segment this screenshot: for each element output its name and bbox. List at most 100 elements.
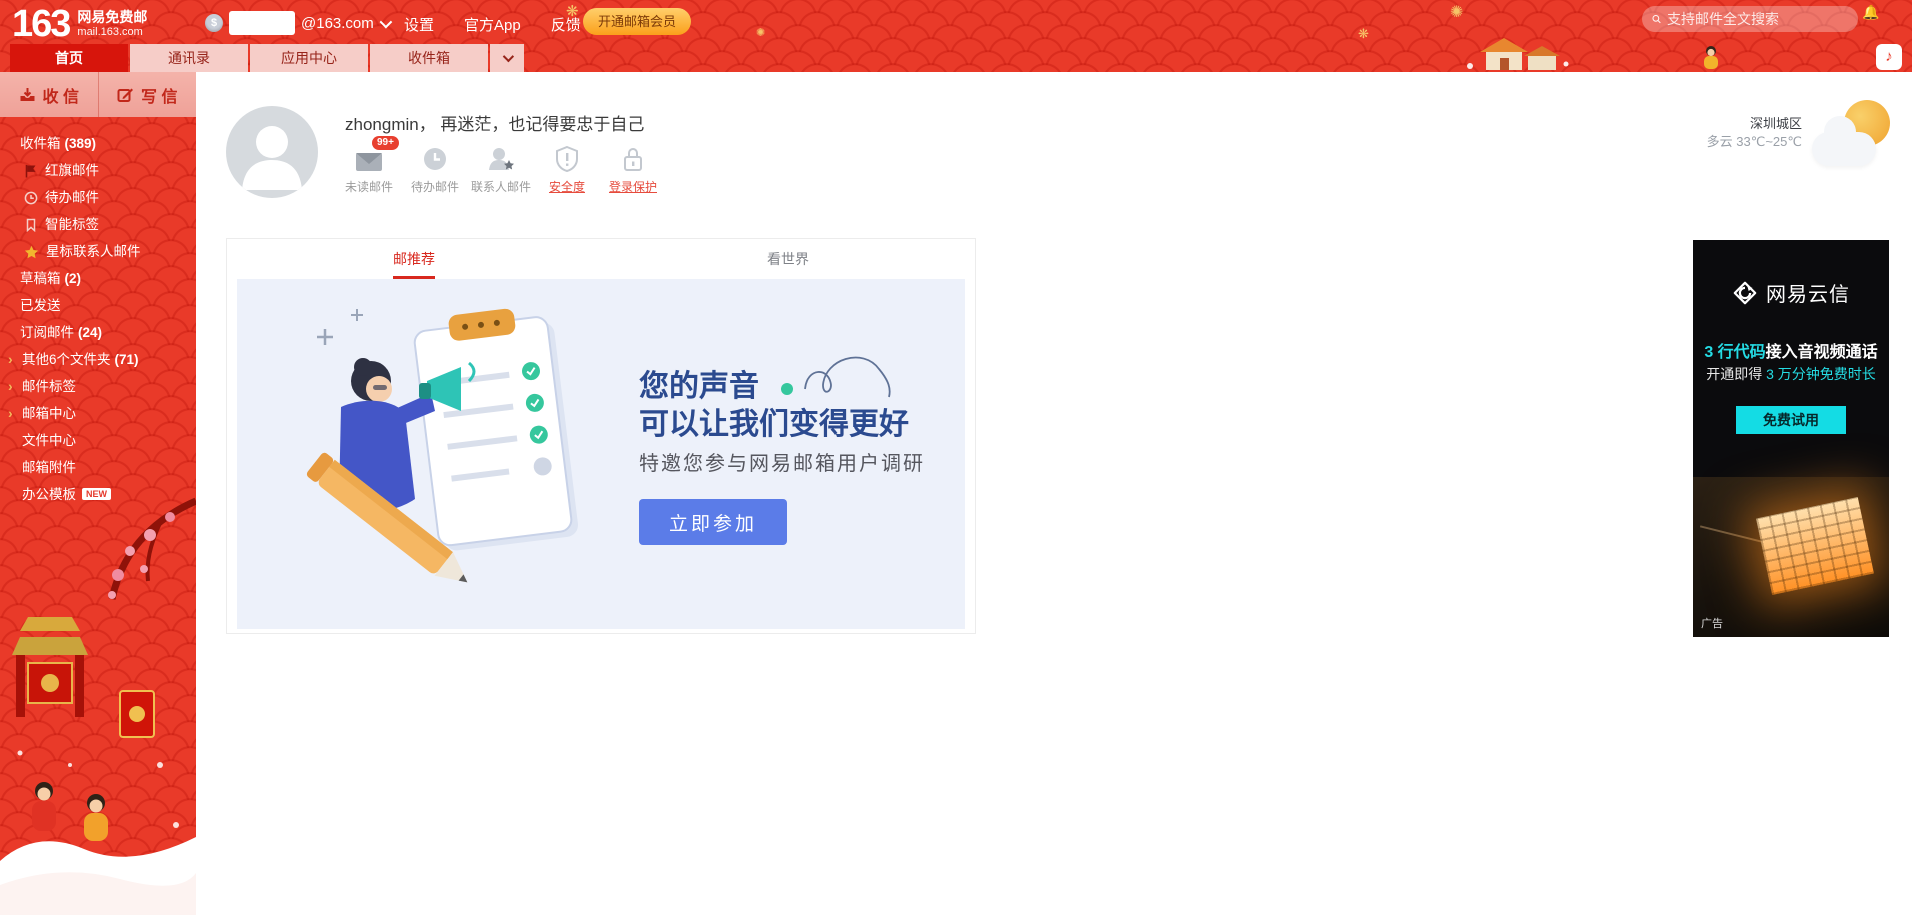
yunxin-logo-icon <box>1733 281 1757 304</box>
weather-widget: 深圳城区 多云 33℃~25℃ <box>1707 100 1896 166</box>
bookmark-icon <box>26 218 36 232</box>
nav-settings-link[interactable]: 设置 <box>404 14 434 35</box>
logo-163-text: 163 <box>12 3 71 45</box>
survey-banner[interactable]: 您的声音 可以让我们变得更好 特邀您参与网易邮箱用户调研 立即参加 <box>237 279 965 629</box>
sidebar-item-other-folders[interactable]: › 其他6个文件夹 (71) <box>0 346 196 373</box>
sidebar-item-mail-center[interactable]: › 邮箱中心 <box>0 400 196 427</box>
nav-official-app-link[interactable]: 官方App <box>464 14 521 35</box>
sidebar-item-sent[interactable]: 已发送 <box>0 292 196 319</box>
sidebar-item-drafts[interactable]: 草稿箱 (2) <box>0 265 196 292</box>
firework-icon: ✺ <box>1450 4 1464 21</box>
chevron-down-icon <box>379 15 393 28</box>
survey-subtitle: 特邀您参与网易邮箱用户调研 <box>639 453 925 475</box>
tab-inbox[interactable]: 收件箱 <box>370 44 488 72</box>
new-badge: NEW <box>82 488 111 500</box>
sidebar-item-file-center[interactable]: 文件中心 <box>0 427 196 454</box>
shortcut-todo-mail[interactable]: 待办邮件 <box>402 142 468 195</box>
unread-count-badge: 99+ <box>372 136 399 150</box>
yunxin-brand-text: 网易云信 <box>1766 284 1850 306</box>
greeting-text: zhongmin， 再迷茫，也记得要忠于自己 <box>345 115 645 134</box>
survey-illustration <box>306 308 579 583</box>
chevron-right-icon: › <box>8 405 13 421</box>
account-email-suffix: @163.com <box>301 14 374 32</box>
flag-icon <box>25 164 36 177</box>
lock-icon <box>624 148 642 171</box>
festive-kid-illustration <box>1704 46 1718 69</box>
mail-search-box[interactable] <box>1642 6 1858 32</box>
yunxin-logo: 网易云信 <box>1693 278 1889 307</box>
compose-mail-icon <box>117 88 134 102</box>
music-note-icon: ♪ <box>1885 48 1893 65</box>
sidebar-item-todo-mail[interactable]: 待办邮件 <box>0 184 196 211</box>
voice-doodle-icon <box>781 356 891 398</box>
contact-star-icon <box>489 148 514 170</box>
receive-mail-button[interactable]: 收 信 <box>0 72 99 117</box>
shortcut-unread-mail[interactable]: 99+ 未读邮件 <box>336 136 402 195</box>
card-tab-strip: 邮推荐 看世界 <box>227 239 975 279</box>
sidebar-item-red-flag-mail[interactable]: 红旗邮件 <box>0 157 196 184</box>
sidebar-festive-illustration <box>0 497 196 915</box>
avatar-person-icon <box>242 126 302 190</box>
firework-icon: ✺ <box>756 27 766 39</box>
topbar: 163 网易免费邮 mail.163.com $ @163.com 设置 官方A… <box>0 0 1912 72</box>
netease-163-logo[interactable]: 163 网易免费邮 mail.163.com <box>12 4 147 44</box>
ad-subline: 开通即得 3 万分钟免费时长 <box>1706 366 1876 382</box>
coin-icon: $ <box>205 14 223 32</box>
tab-home[interactable]: 首页 <box>10 44 128 72</box>
folder-list: 收件箱 (389) 红旗邮件 待办邮件 智能标签 星标联系人邮件 草稿箱 (2)… <box>0 117 196 508</box>
sidebar-item-mail-tags[interactable]: › 邮件标签 <box>0 373 196 400</box>
shield-exclamation-icon <box>556 146 578 172</box>
receive-mail-icon <box>20 87 35 101</box>
open-vip-button[interactable]: 开通邮箱会员 <box>583 8 692 35</box>
card-tab-mail-recommend[interactable]: 邮推荐 <box>227 239 601 279</box>
search-icon <box>1652 14 1661 24</box>
sidebar-item-starred-contacts-mail[interactable]: 星标联系人邮件 <box>0 238 196 265</box>
shortcut-login-protection[interactable]: 登录保护 <box>600 142 666 195</box>
main-content: zhongmin， 再迷茫，也记得要忠于自己 99+ 未读邮件 待办邮件 联系人… <box>196 72 1912 915</box>
recommendation-card: 邮推荐 看世界 您的声音 可以让我们变得更好 特邀您参与网易邮箱用户调研 立即参… <box>226 238 976 634</box>
music-player-button[interactable]: ♪ <box>1876 44 1902 70</box>
main-tab-strip: 首页 通讯录 应用中心 收件箱 <box>10 44 524 72</box>
account-menu[interactable]: $ @163.com <box>205 10 393 36</box>
sidebar-item-subscriptions[interactable]: 订阅邮件 (24) <box>0 319 196 346</box>
festive-house-illustration <box>1467 38 1569 70</box>
compose-toolbar: 收 信 写 信 <box>0 72 196 117</box>
logo-brand-text: 网易免费邮 <box>77 9 148 25</box>
tab-more-button[interactable] <box>490 44 524 72</box>
account-username-redacted <box>229 11 295 35</box>
clock-icon <box>24 191 38 204</box>
shortcut-contacts-mail[interactable]: 联系人邮件 <box>468 142 534 195</box>
chevron-right-icon: › <box>8 378 13 394</box>
compose-mail-button[interactable]: 写 信 <box>99 72 197 117</box>
nav-feedback-link[interactable]: 反馈 <box>551 14 581 35</box>
gold-bell-icon: 🔔 <box>1862 4 1880 20</box>
firework-icon: ❋ <box>1358 26 1369 41</box>
survey-title-line2: 可以让我们变得更好 <box>639 408 909 441</box>
yunxin-ad-banner[interactable]: 网易云信 3 行代码接入音视频通话 开通即得 3 万分钟免费时长 免费试用 广告 <box>1693 240 1889 637</box>
profile-shortcuts: 99+ 未读邮件 待办邮件 联系人邮件 安全度 登录保护 <box>336 136 666 195</box>
ad-headline: 3 行代码接入音视频通话 <box>1704 344 1878 361</box>
search-input[interactable] <box>1667 11 1848 27</box>
weather-detail: 多云 33℃~25℃ <box>1706 134 1802 149</box>
shortcut-security-level[interactable]: 安全度 <box>534 142 600 195</box>
sidebar-item-office-templates[interactable]: 办公模板 NEW <box>0 481 196 508</box>
user-avatar[interactable] <box>226 106 318 198</box>
sidebar-item-smart-tags[interactable]: 智能标签 <box>0 211 196 238</box>
ad-label: 广告 <box>1701 618 1723 630</box>
ad-photo <box>1693 477 1889 637</box>
sidebar-item-mail-attachments[interactable]: 邮箱附件 <box>0 454 196 481</box>
star-icon <box>24 245 39 258</box>
tab-contacts[interactable]: 通讯录 <box>130 44 248 72</box>
card-tab-see-world[interactable]: 看世界 <box>601 239 975 279</box>
chevron-down-icon <box>502 50 515 63</box>
weather-cloud-sun-icon <box>1812 100 1896 166</box>
logo-domain-text: mail.163.com <box>77 26 143 38</box>
free-trial-button[interactable]: 免费试用 <box>1736 406 1846 434</box>
chevron-right-icon: › <box>8 351 13 367</box>
sidebar: 收 信 写 信 收件箱 (389) 红旗邮件 待办邮件 智能标签 星标联系人邮件… <box>0 72 196 915</box>
sidebar-item-inbox[interactable]: 收件箱 (389) <box>0 130 196 157</box>
tab-app-center[interactable]: 应用中心 <box>250 44 368 72</box>
glowing-cube-graphic <box>1756 497 1874 595</box>
join-survey-button[interactable]: 立即参加 <box>639 499 787 545</box>
mail-icon <box>356 153 382 171</box>
